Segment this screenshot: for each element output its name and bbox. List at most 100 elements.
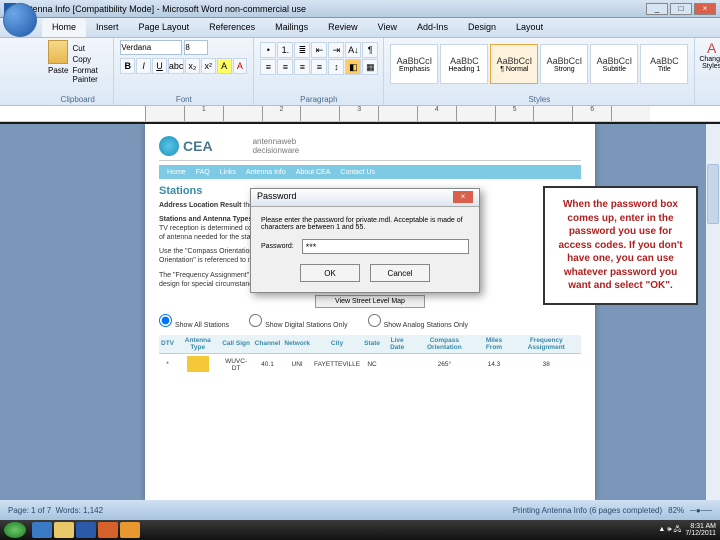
app-name: Microsoft Word non-commercial use — [162, 4, 306, 14]
password-dialog: Password × Please enter the password for… — [250, 188, 480, 293]
line-spacing-button[interactable]: ↕ — [328, 59, 344, 75]
cut-button[interactable]: Cut — [72, 44, 107, 53]
windows-taskbar: ▲ 🕪 🖧 8:31 AM 7/12/2011 — [0, 520, 720, 540]
tab-addins[interactable]: Add-Ins — [407, 18, 458, 37]
bold-button[interactable]: B — [120, 58, 135, 74]
taskbar-folder-icon[interactable] — [54, 522, 74, 538]
taskbar-word-icon[interactable] — [76, 522, 96, 538]
style-heading[interactable]: AaBbCHeading 1 — [440, 44, 488, 84]
password-input[interactable] — [302, 239, 469, 254]
taskbar-media-icon[interactable] — [120, 522, 140, 538]
group-styles: AaBbCcIEmphasisAaBbCHeading 1AaBbCcI¶ No… — [384, 38, 695, 105]
taskbar-ppt-icon[interactable] — [98, 522, 118, 538]
style-normal[interactable]: AaBbCcI¶ Normal — [490, 44, 538, 84]
start-button[interactable] — [4, 522, 26, 538]
ok-button[interactable]: OK — [300, 264, 360, 282]
format-painter-button[interactable]: Format Painter — [72, 66, 107, 84]
document-page: CEA antennawebdecisionware HomeFAQLinksA… — [145, 124, 595, 500]
ribbon: Paste Cut Copy Format Painter Clipboard … — [0, 38, 720, 106]
numbering-button[interactable]: 1. — [277, 42, 293, 58]
indent-dec-button[interactable]: ⇤ — [311, 42, 327, 58]
tab-references[interactable]: References — [199, 18, 265, 37]
underline-button[interactable]: U — [152, 58, 167, 74]
superscript-button[interactable]: x² — [201, 58, 216, 74]
minimize-button[interactable]: _ — [646, 3, 668, 15]
systray-date[interactable]: 7/12/2011 — [685, 530, 716, 537]
scrollbar-thumb[interactable] — [707, 164, 719, 224]
tab-insert[interactable]: Insert — [86, 18, 129, 37]
password-label: Password: — [261, 243, 294, 250]
align-left-button[interactable]: ≡ — [260, 59, 276, 75]
word-count[interactable]: Words: 1,142 — [56, 506, 103, 515]
station-filter-radios: Show All Stations Show Digital Stations … — [159, 314, 581, 329]
zoom-level[interactable]: 82% — [668, 506, 684, 515]
tab-home[interactable]: Home — [42, 18, 86, 37]
systray-time[interactable]: 8:31 AM — [685, 523, 716, 530]
systray-icons[interactable]: ▲ 🕪 🖧 — [658, 525, 681, 536]
shading-button[interactable]: ◧ — [345, 59, 361, 75]
antennaweb-logo: antennawebdecisionware — [253, 137, 300, 155]
tab-mailings[interactable]: Mailings — [265, 18, 318, 37]
font-size-select[interactable] — [184, 40, 208, 55]
cancel-button[interactable]: Cancel — [370, 264, 430, 282]
justify-button[interactable]: ≡ — [311, 59, 327, 75]
window-titlebar: Antenna Info [Compatibility Mode] - Micr… — [0, 0, 720, 18]
doc-navbar: HomeFAQLinksAntenna InfoAbout CEAContact… — [159, 165, 581, 179]
font-color-button[interactable]: A — [233, 58, 248, 74]
compat-mode: [Compatibility Mode] — [73, 4, 155, 14]
align-right-button[interactable]: ≡ — [294, 59, 310, 75]
zoom-slider[interactable]: ─●── — [690, 506, 712, 515]
dialog-message: Please enter the password for private.md… — [261, 217, 469, 231]
ribbon-tabs: Home Insert Page Layout References Maili… — [0, 18, 720, 38]
radio-digital[interactable]: Show Digital Stations Only — [249, 314, 347, 329]
tab-design[interactable]: Design — [458, 18, 506, 37]
document-area: CEA antennawebdecisionware HomeFAQLinksA… — [0, 124, 720, 500]
tab-pagelayout[interactable]: Page Layout — [129, 18, 200, 37]
group-clipboard: Paste Cut Copy Format Painter Clipboard — [42, 38, 114, 105]
print-status: Printing Antenna Info (6 pages completed… — [513, 506, 662, 515]
status-bar: Page: 1 of 7 Words: 1,142 Printing Anten… — [0, 500, 720, 520]
close-button[interactable]: × — [694, 3, 716, 15]
table-row: *WUVC-DT40.1UNIFAYETTEVILLENC265°14.338 — [159, 353, 581, 376]
copy-button[interactable]: Copy — [72, 55, 107, 64]
strike-button[interactable]: abc — [168, 58, 184, 74]
tab-view[interactable]: View — [368, 18, 407, 37]
group-font: B I U abc x₂ x² A A Font — [114, 38, 254, 105]
radio-analog[interactable]: Show Analog Stations Only — [368, 314, 468, 329]
page-count[interactable]: Page: 1 of 7 — [8, 506, 51, 515]
bullets-button[interactable]: • — [260, 42, 276, 58]
instruction-callout: When the password box comes up, enter in… — [543, 186, 698, 305]
subscript-button[interactable]: x₂ — [185, 58, 200, 74]
maximize-button[interactable]: □ — [670, 3, 692, 15]
indent-inc-button[interactable]: ⇥ — [328, 42, 344, 58]
cea-logo-icon — [159, 136, 179, 156]
dialog-titlebar[interactable]: Password × — [251, 189, 479, 207]
change-styles-button[interactable]: A Change Styles — [699, 40, 720, 84]
style-subtitle[interactable]: AaBbCcISubtitle — [590, 44, 638, 84]
style-emphasis[interactable]: AaBbCcIEmphasis — [390, 44, 438, 84]
multilevel-button[interactable]: ≣ — [294, 42, 310, 58]
paste-button[interactable]: Paste — [48, 40, 68, 88]
show-marks-button[interactable]: ¶ — [362, 42, 378, 58]
view-map-button[interactable]: View Street Level Map — [315, 295, 425, 308]
borders-button[interactable]: ▦ — [362, 59, 378, 75]
horizontal-ruler[interactable]: 123456 — [0, 106, 720, 122]
dialog-close-button[interactable]: × — [453, 191, 473, 203]
tab-layout[interactable]: Layout — [506, 18, 553, 37]
taskbar-ie-icon[interactable] — [32, 522, 52, 538]
italic-button[interactable]: I — [136, 58, 151, 74]
tab-review[interactable]: Review — [318, 18, 368, 37]
font-name-select[interactable] — [120, 40, 182, 55]
dialog-title: Password — [257, 191, 297, 204]
align-center-button[interactable]: ≡ — [277, 59, 293, 75]
vertical-scrollbar[interactable] — [706, 124, 720, 500]
sort-button[interactable]: A↓ — [345, 42, 361, 58]
highlight-button[interactable]: A — [217, 58, 232, 74]
stations-table: DTVAntenna TypeCall SignChannelNetworkCi… — [159, 335, 581, 376]
cea-text: CEA — [183, 138, 213, 154]
radio-all[interactable]: Show All Stations — [159, 314, 229, 329]
office-button[interactable] — [3, 3, 37, 37]
group-paragraph: • 1. ≣ ⇤ ⇥ A↓ ¶ ≡ ≡ ≡ ≡ ↕ ◧ ▦ Paragraph — [254, 38, 384, 105]
style-title[interactable]: AaBbCTitle — [640, 44, 688, 84]
style-strong[interactable]: AaBbCcIStrong — [540, 44, 588, 84]
